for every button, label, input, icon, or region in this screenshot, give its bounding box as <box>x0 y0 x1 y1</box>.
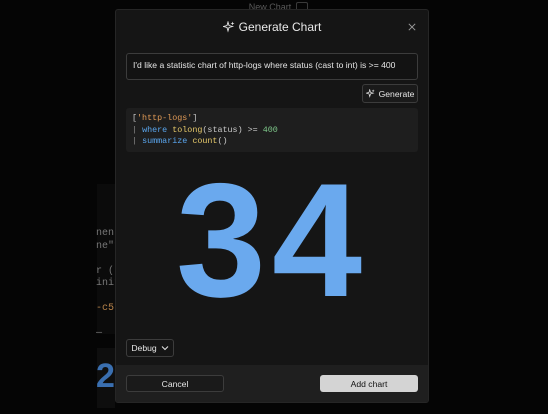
close-button[interactable] <box>406 21 418 33</box>
debug-dropdown[interactable]: Debug <box>126 339 174 357</box>
code-token: tolong <box>172 124 203 135</box>
bg-code-line: r ( <box>96 265 115 277</box>
sparkle-icon <box>365 89 375 98</box>
close-icon <box>408 23 416 31</box>
code-token: >= <box>247 124 258 135</box>
code-token: where <box>142 124 168 135</box>
cancel-button[interactable]: Cancel <box>126 375 224 392</box>
generate-button-label: Generate <box>378 88 415 99</box>
code-token: | <box>132 136 138 146</box>
generate-chart-dialog: Generate Chart I'd like a statistic char… <box>115 9 429 403</box>
code-token: 'http-logs' <box>137 113 193 123</box>
statistic-value: 34 <box>175 150 369 331</box>
code-token: () <box>217 136 228 146</box>
code-token: 400 <box>262 124 278 135</box>
dialog-footer: Cancel Add chart <box>116 365 428 402</box>
prompt-input[interactable]: I'd like a statistic chart of http-logs … <box>126 53 418 80</box>
code-token: count <box>192 136 218 146</box>
debug-label: Debug <box>131 343 157 353</box>
code-token: summarize <box>142 136 188 146</box>
dialog-header: Generate Chart <box>116 10 428 44</box>
code-token: | <box>132 124 138 135</box>
query-code-block: ['http-logs'] | where tolong(status) >= … <box>126 108 418 152</box>
generate-button[interactable]: Generate <box>362 84 418 103</box>
chevron-down-icon <box>161 346 169 351</box>
code-token: ] <box>192 113 198 123</box>
sparkle-icon <box>222 21 235 33</box>
add-chart-button[interactable]: Add chart <box>320 375 418 392</box>
dialog-title: Generate Chart <box>238 20 322 34</box>
bg-code-line: — <box>96 328 103 339</box>
code-token: (status) <box>202 124 243 135</box>
